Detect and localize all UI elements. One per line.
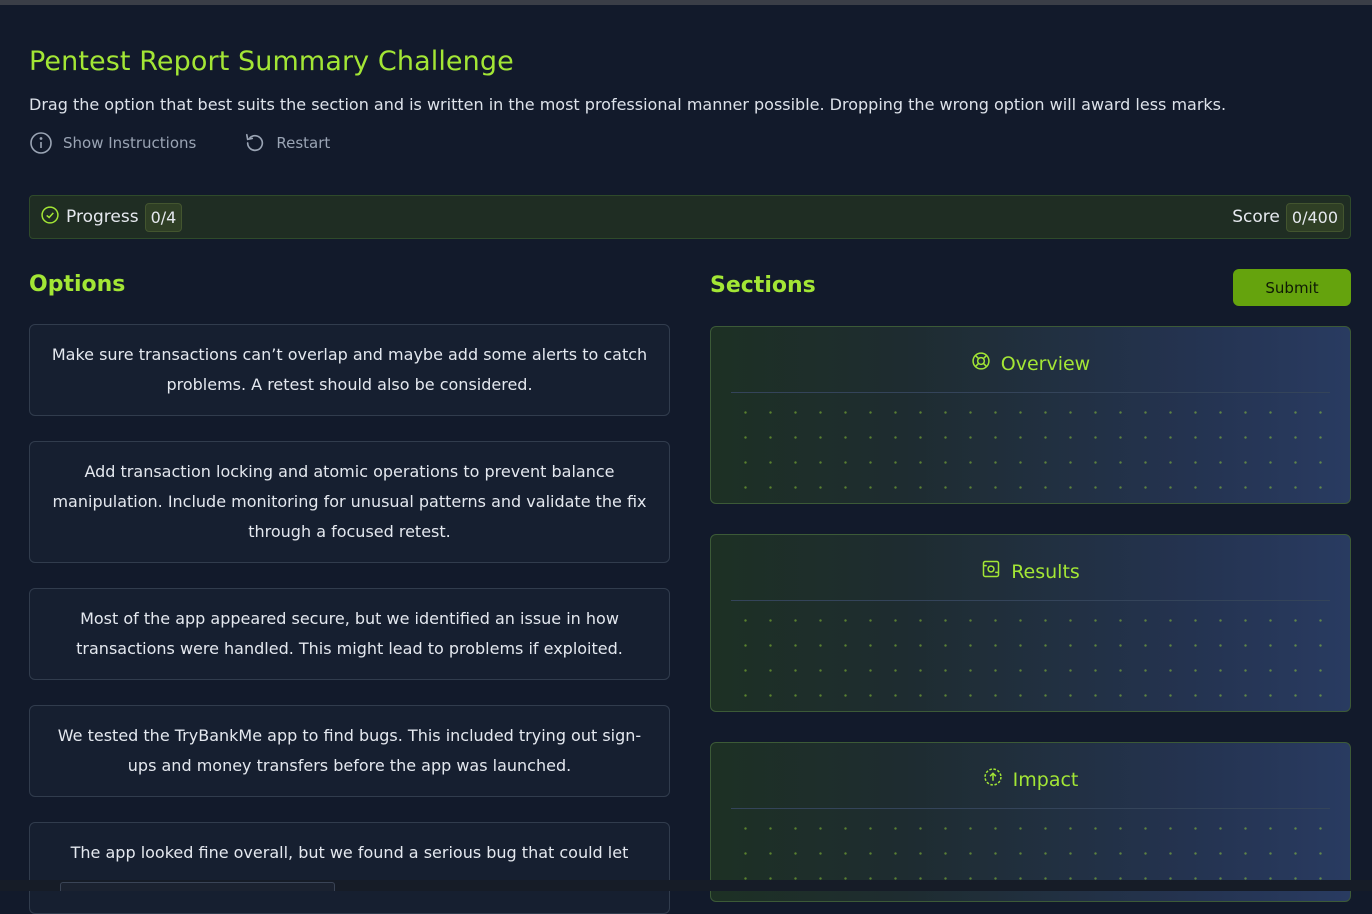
- section-title: Results: [1011, 560, 1080, 583]
- option-text: Most of the app appeared secure, but we …: [76, 609, 623, 658]
- progress-bar: Progress 0/4 Score 0/400: [29, 195, 1351, 239]
- section-dropzone[interactable]: [733, 608, 1328, 697]
- options-heading: Options: [29, 272, 126, 297]
- option-text: The app looked fine overall, but we foun…: [70, 843, 629, 862]
- bottom-tab[interactable]: [60, 882, 335, 891]
- section-divider: [731, 392, 1330, 393]
- section-divider: [731, 600, 1330, 601]
- restart-label: Restart: [276, 134, 331, 152]
- progress-label: Progress: [66, 207, 139, 227]
- section-overview[interactable]: Overview: [710, 326, 1351, 504]
- section-dropzone[interactable]: [733, 400, 1328, 489]
- section-results[interactable]: Results: [710, 534, 1351, 712]
- option-text: Add transaction locking and atomic opera…: [52, 462, 647, 541]
- option-card[interactable]: Add transaction locking and atomic opera…: [29, 441, 670, 563]
- option-card[interactable]: The app looked fine overall, but we foun…: [29, 822, 670, 914]
- score-indicator: Score 0/400: [1232, 202, 1344, 232]
- sections-heading: Sections: [710, 273, 816, 298]
- restart-button[interactable]: Restart: [244, 132, 330, 154]
- option-card[interactable]: Most of the app appeared secure, but we …: [29, 588, 670, 680]
- window-top-border: [0, 0, 1372, 5]
- check-circle-icon: [40, 205, 60, 230]
- show-instructions-label: Show Instructions: [63, 134, 197, 152]
- section-title: Overview: [1000, 352, 1091, 375]
- restart-icon: [244, 132, 266, 154]
- progress-indicator: Progress 0/4: [40, 202, 183, 232]
- submit-button[interactable]: Submit: [1233, 269, 1351, 306]
- option-text: We tested the TryBankMe app to find bugs…: [57, 726, 642, 775]
- section-header: Overview: [711, 351, 1350, 376]
- lifebuoy-icon: [971, 351, 991, 376]
- section-title: Impact: [1012, 768, 1079, 791]
- header-actions: Show Instructions Restart: [29, 131, 330, 155]
- score-label: Score: [1232, 207, 1280, 227]
- page-title: Pentest Report Summary Challenge: [29, 46, 514, 77]
- section-impact[interactable]: Impact: [710, 742, 1351, 902]
- score-value: 0/400: [1285, 202, 1344, 232]
- section-header: Impact: [711, 767, 1350, 792]
- section-divider: [731, 808, 1330, 809]
- option-card[interactable]: We tested the TryBankMe app to find bugs…: [29, 705, 670, 797]
- option-card[interactable]: Make sure transactions can’t overlap and…: [29, 324, 670, 416]
- page-description: Drag the option that best suits the sect…: [29, 95, 1227, 114]
- info-icon: [29, 131, 53, 155]
- option-text: Make sure transactions can’t overlap and…: [51, 345, 648, 394]
- progress-count: 0/4: [144, 202, 183, 232]
- arrow-up-circle-icon: [983, 767, 1003, 792]
- section-header: Results: [711, 559, 1350, 584]
- scan-icon: [981, 559, 1001, 584]
- show-instructions-button[interactable]: Show Instructions: [29, 131, 196, 155]
